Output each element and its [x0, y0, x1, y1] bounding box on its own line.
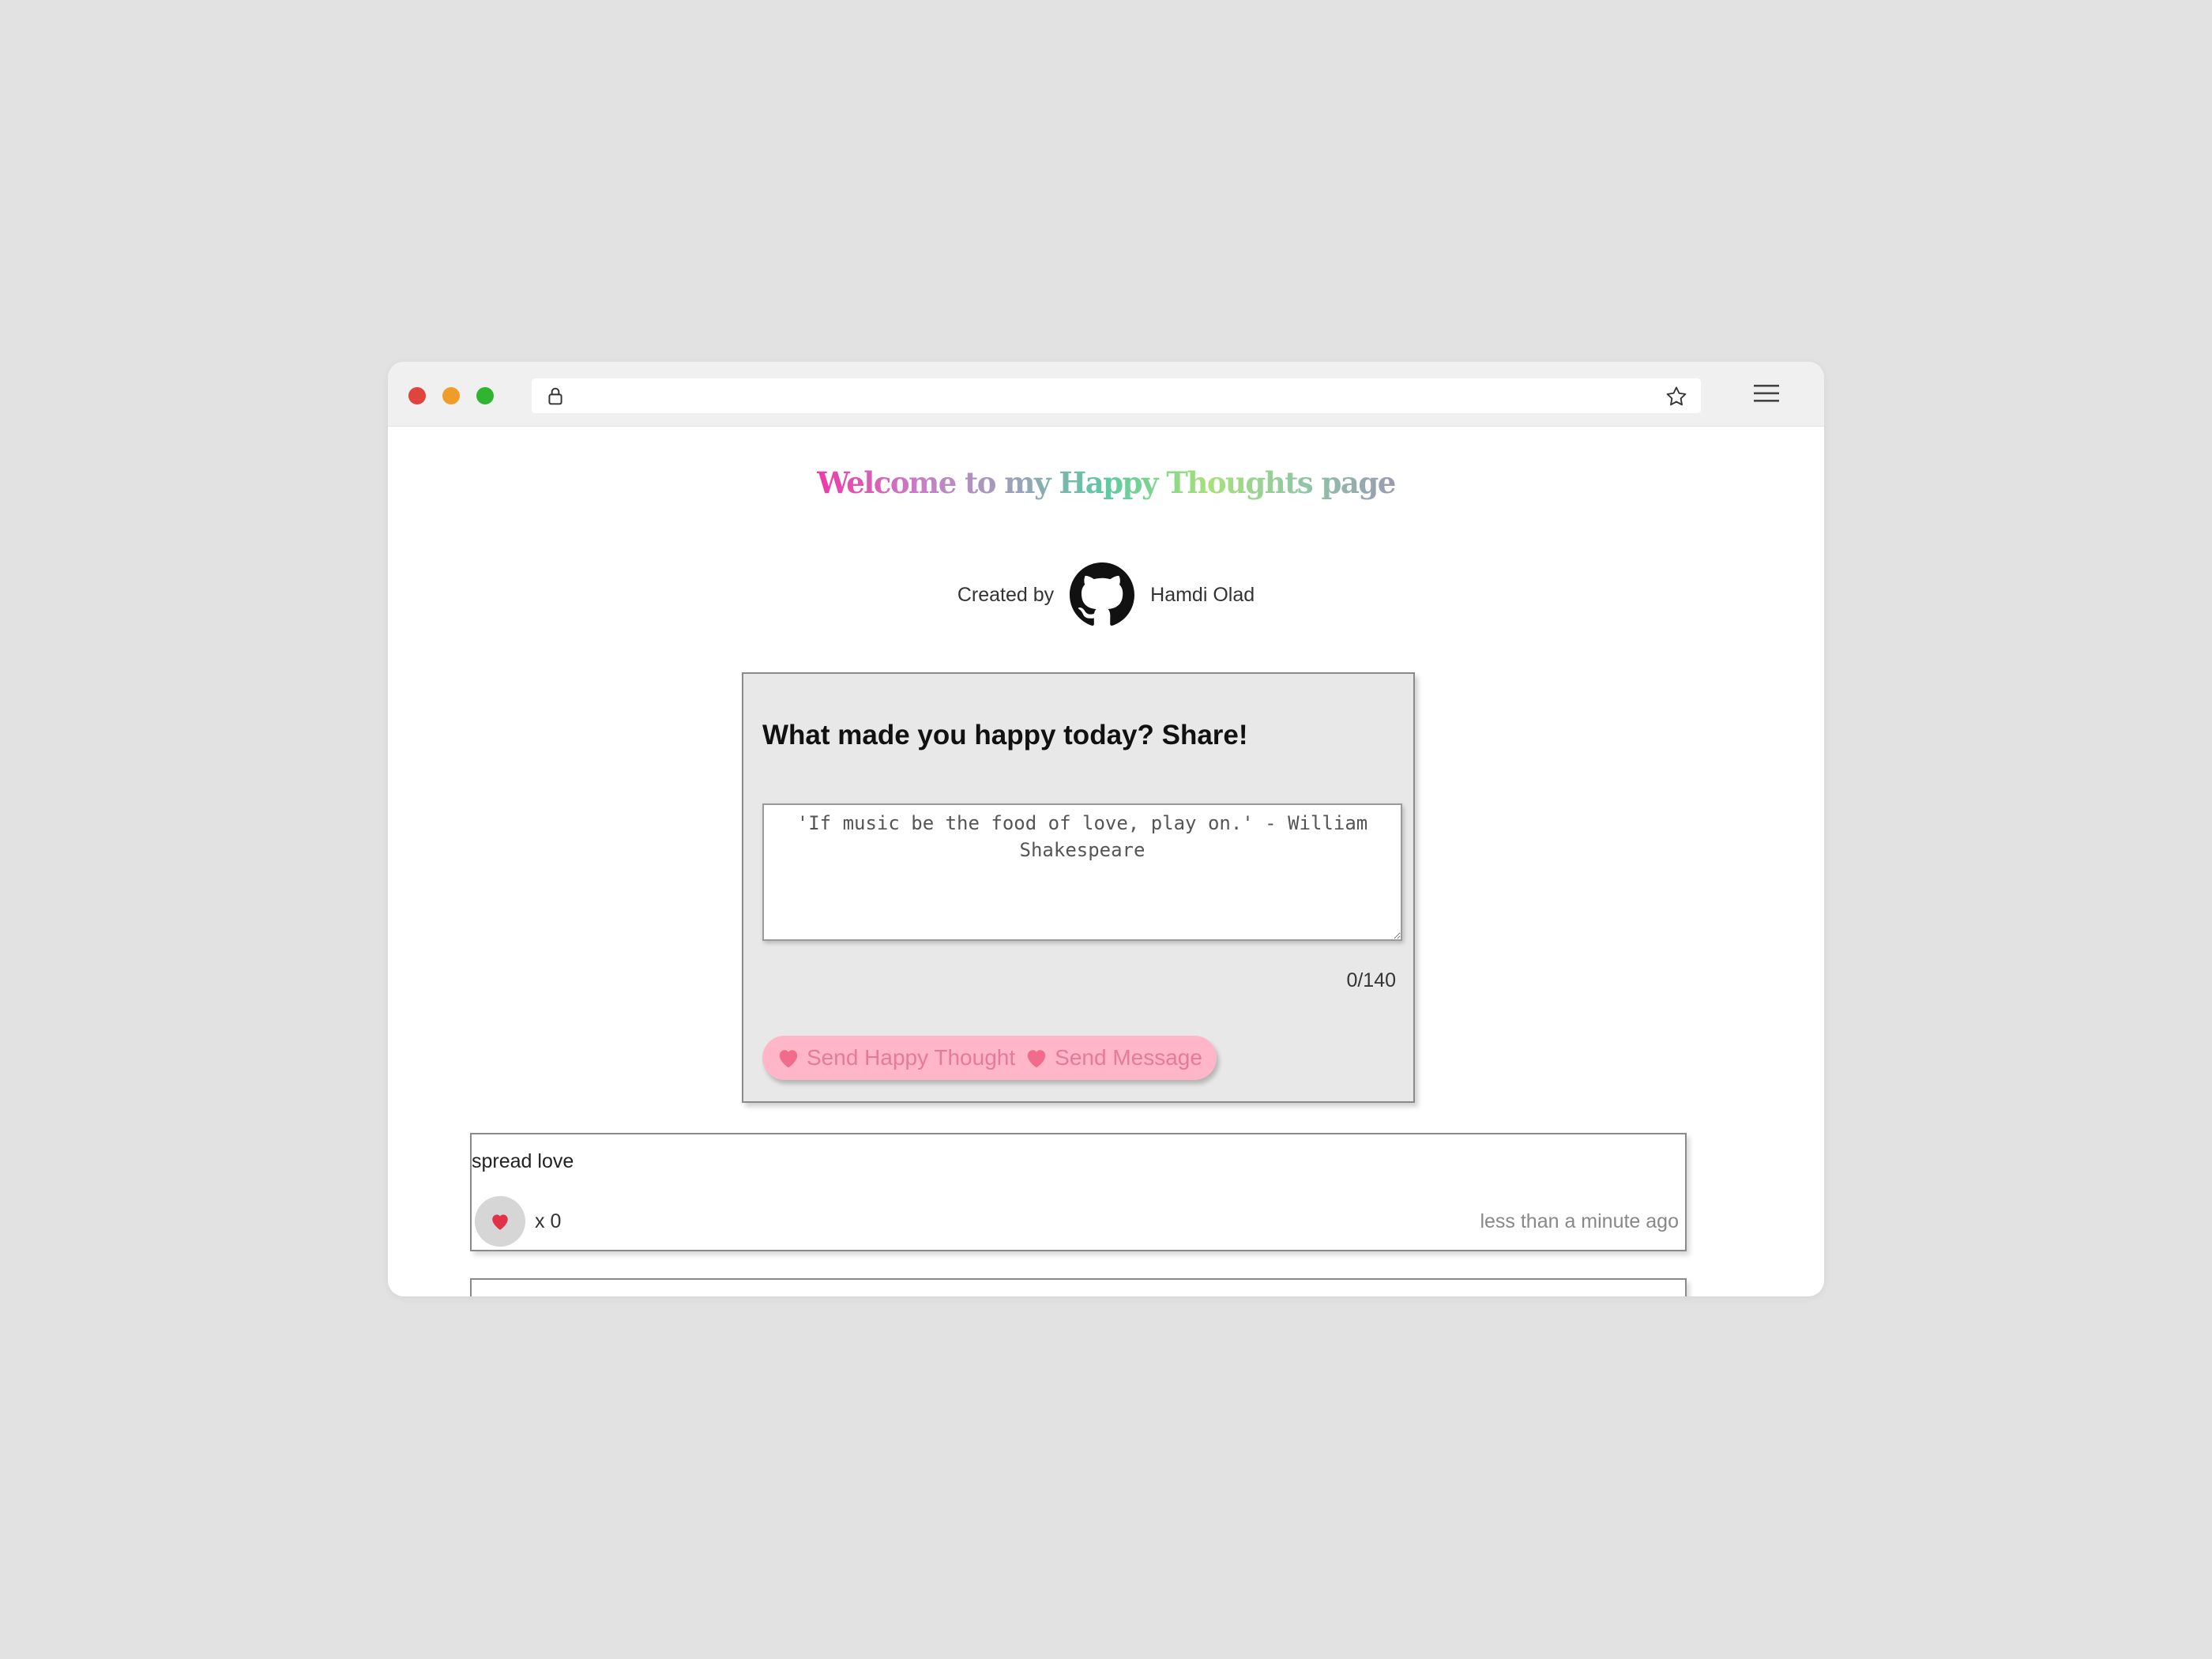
title-word: Welcome — [817, 465, 956, 500]
heart-icon — [779, 1050, 798, 1068]
credits: Created by Hamdi Olad — [388, 562, 1824, 627]
like-count: x 0 — [535, 1210, 562, 1232]
heart-icon — [492, 1214, 508, 1230]
lock-icon — [548, 387, 562, 405]
page-title: Welcome to my Happy Thoughts page — [388, 465, 1824, 500]
title-word: Happy — [1059, 465, 1158, 500]
menu-icon[interactable] — [1752, 382, 1781, 405]
title-word: to — [965, 465, 995, 500]
thought-timestamp: less than a minute ago — [1480, 1210, 1679, 1232]
like-button[interactable] — [475, 1196, 525, 1247]
title-word: my — [1004, 465, 1050, 500]
thought-card — [470, 1278, 1687, 1296]
browser-toolbar — [388, 362, 1824, 427]
thought-form: What made you happy today? Share! 0/140 … — [742, 672, 1415, 1103]
browser-window: Welcome to my Happy Thoughts page Create… — [388, 362, 1824, 1296]
title-word: Thoughts — [1166, 465, 1313, 500]
close-window-button[interactable] — [408, 387, 426, 404]
created-by-label: Created by — [957, 583, 1055, 606]
character-counter: 0/140 — [1346, 969, 1396, 991]
title-word: page — [1321, 465, 1395, 500]
form-heading: What made you happy today? Share! — [762, 720, 1248, 750]
send-label-primary: Send Happy Thought — [807, 1045, 1016, 1070]
page-content: Welcome to my Happy Thoughts page Create… — [388, 427, 1824, 1296]
github-icon[interactable] — [1070, 562, 1135, 627]
minimize-window-button[interactable] — [442, 387, 460, 404]
send-happy-thought-button[interactable]: Send Happy Thought Send Message — [762, 1036, 1217, 1080]
thought-message: spread love — [472, 1150, 574, 1172]
star-icon[interactable] — [1665, 385, 1688, 408]
author-name[interactable]: Hamdi Olad — [1150, 584, 1255, 607]
thought-input[interactable] — [762, 803, 1402, 941]
thought-card: spread love x 0 less than a minute ago — [470, 1133, 1687, 1251]
address-bar[interactable] — [532, 378, 1701, 413]
send-label-secondary: Send Message — [1055, 1045, 1202, 1070]
maximize-window-button[interactable] — [476, 387, 494, 404]
heart-icon — [1027, 1050, 1046, 1068]
